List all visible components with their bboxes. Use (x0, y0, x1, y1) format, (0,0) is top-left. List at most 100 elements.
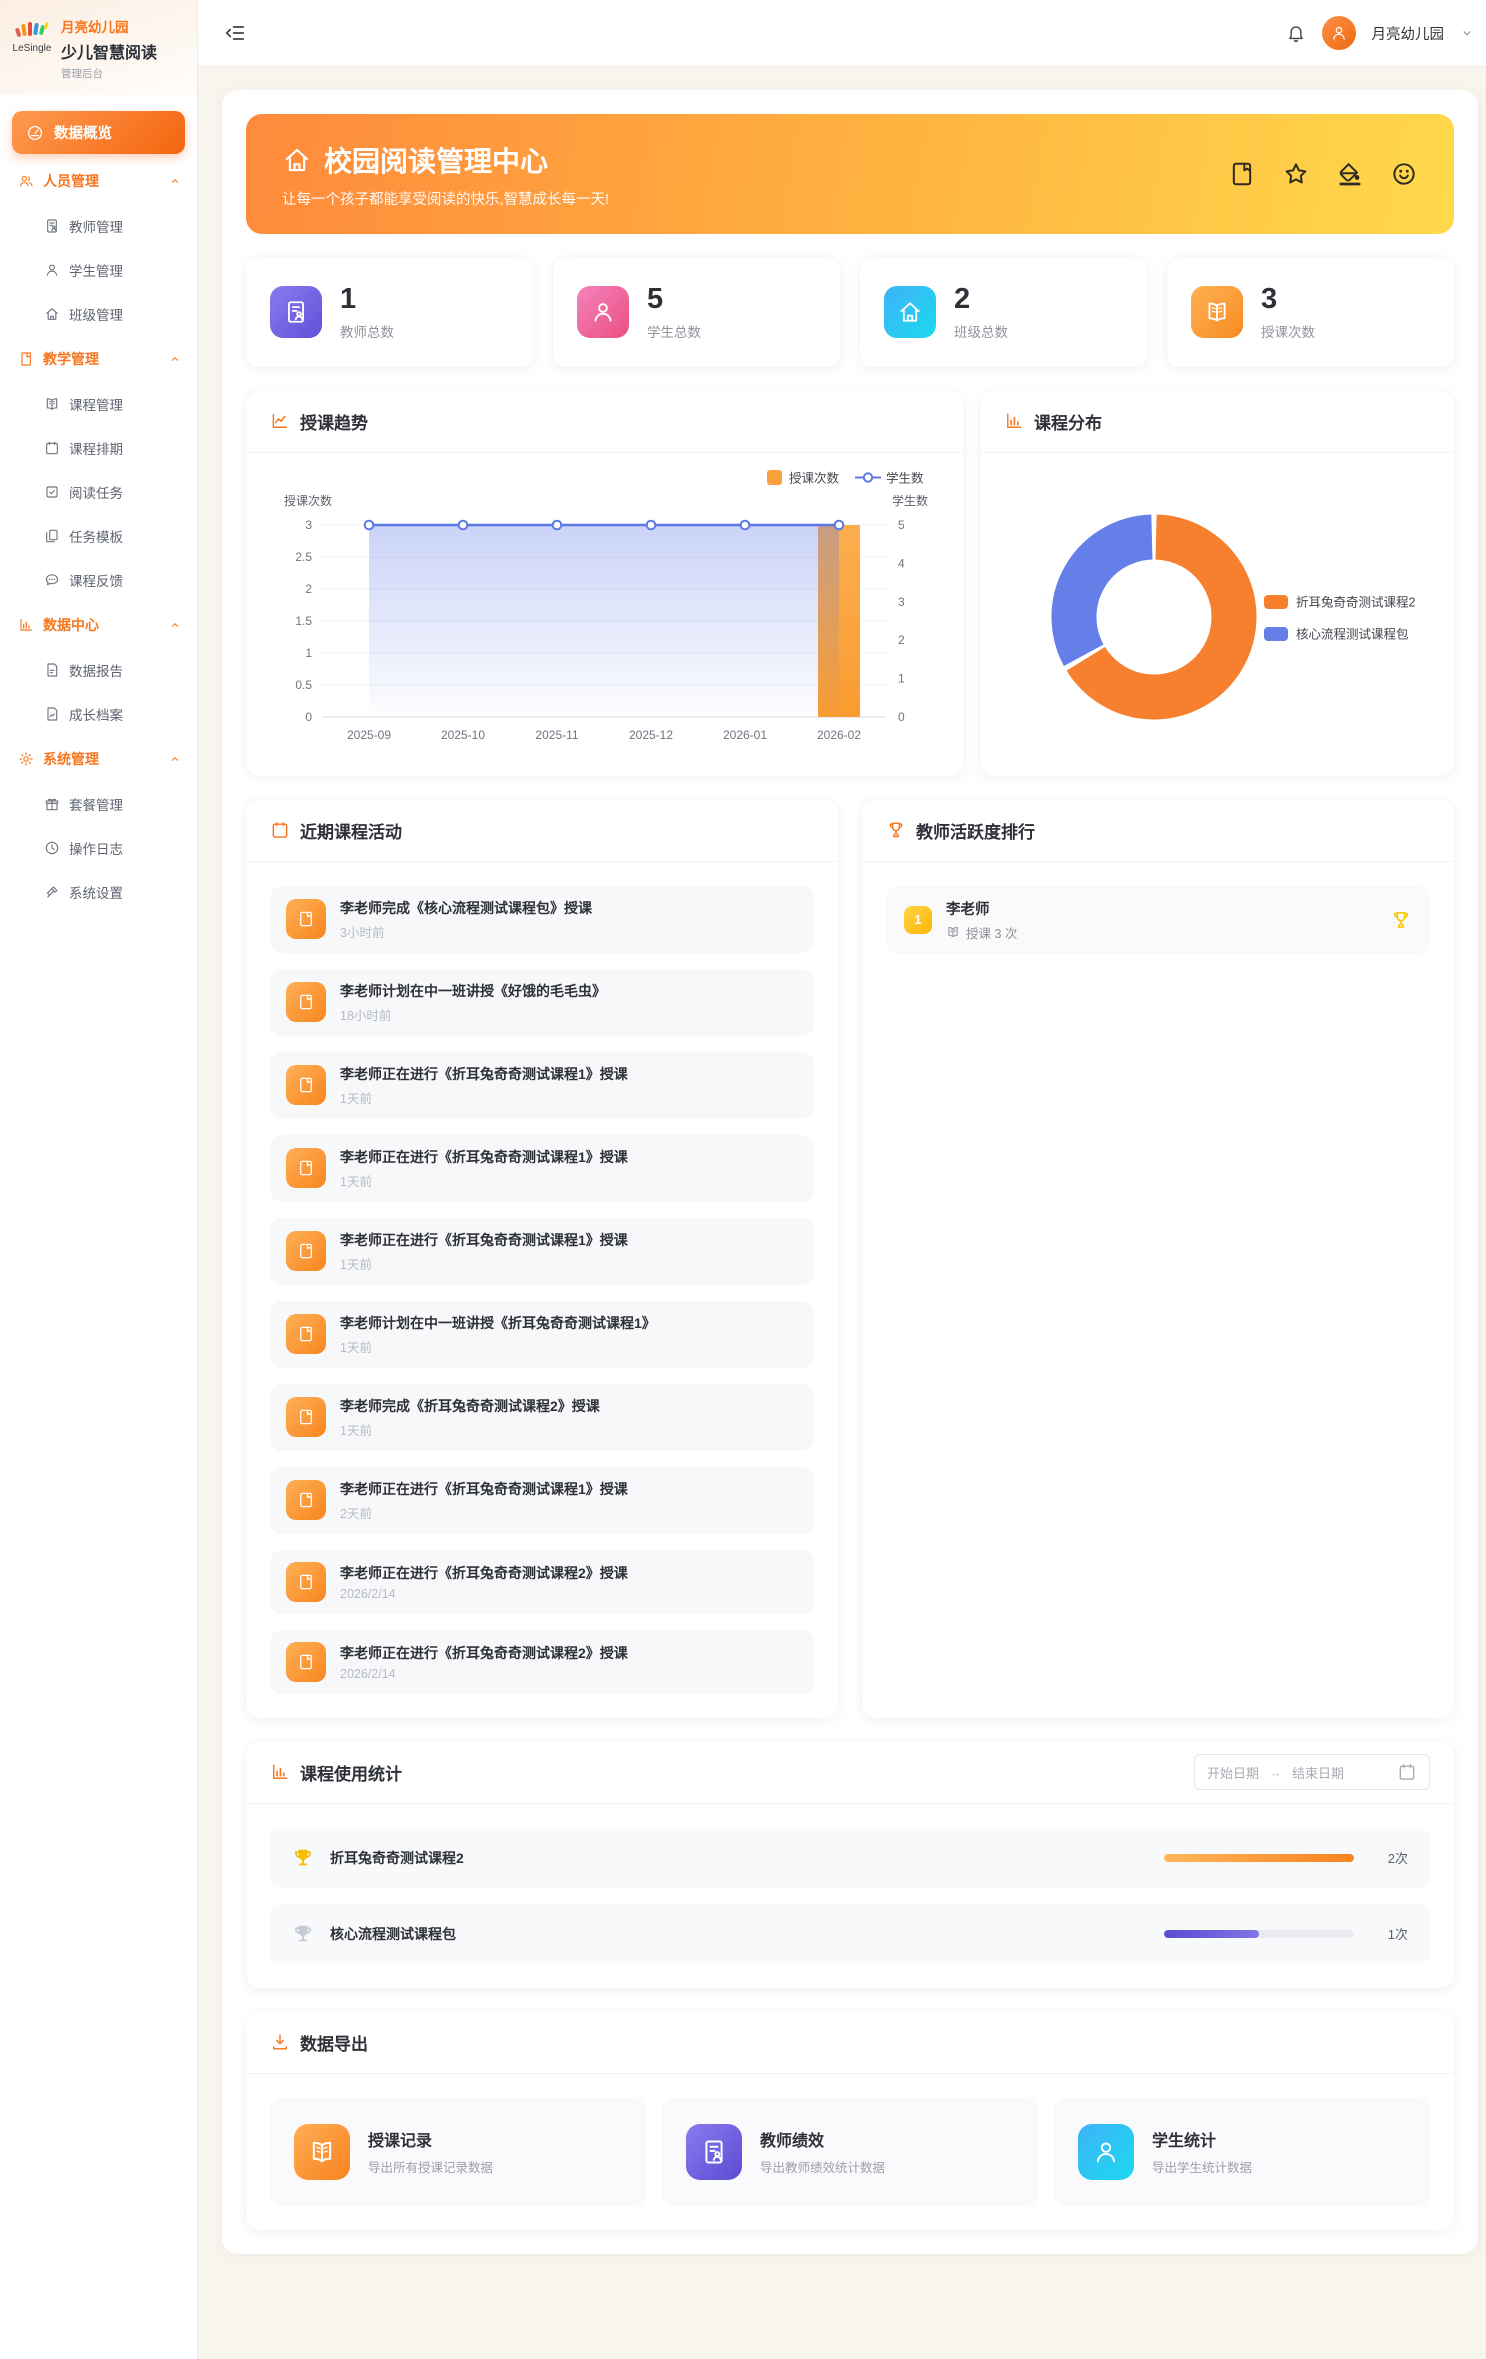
sidebar-group-0[interactable]: 人员管理 (0, 158, 197, 204)
sidebar-item-3-2[interactable]: 系统设置 (0, 870, 197, 914)
star-icon (1282, 160, 1310, 188)
export-card-0[interactable]: 授课记录 导出所有授课记录数据 (270, 2098, 646, 2206)
legend-item-line[interactable]: 学生数 (855, 470, 924, 485)
sidebar-item-label: 任务模板 (69, 526, 123, 546)
export-icon-wrap (294, 2124, 350, 2180)
logo-bars-icon (12, 20, 52, 42)
sidebar-item-label: 学生管理 (69, 260, 123, 280)
svg-text:3: 3 (305, 518, 312, 532)
activity-time: 1天前 (340, 1171, 628, 1190)
id-card-icon (44, 218, 60, 234)
activity-icon-wrap (286, 1480, 326, 1520)
date-range-picker[interactable]: 开始日期 → 结束日期 (1194, 1754, 1430, 1790)
person-icon (590, 299, 616, 325)
notebook-icon (297, 1653, 315, 1671)
sidebar-item-3-1[interactable]: 操作日志 (0, 826, 197, 870)
sidebar-item-label: 教师管理 (69, 216, 123, 236)
chevron-down-icon[interactable] (1460, 26, 1474, 40)
activity-title: 李老师正在进行《折耳兔奇奇测试课程1》授课 (340, 1064, 628, 1084)
sidebar-group-2[interactable]: 数据中心 (0, 602, 197, 648)
open-book-icon (308, 2138, 336, 2166)
line-point-2026-02 (835, 521, 844, 530)
chevron-up-icon (169, 619, 181, 631)
paint-bucket-icon (1336, 160, 1364, 188)
trophy-icon (292, 1923, 314, 1945)
chevron-up-icon (169, 753, 181, 765)
notebook-icon (297, 910, 315, 928)
sidebar-item-3-0[interactable]: 套餐管理 (0, 782, 197, 826)
usage-count: 2次 (1370, 1848, 1408, 1867)
sidebar-item-0-2[interactable]: 班级管理 (0, 292, 197, 336)
notebook-icon (297, 1408, 315, 1426)
sidebar-group-label: 人员管理 (43, 171, 99, 191)
svg-text:1.5: 1.5 (295, 614, 312, 628)
activity-title: 李老师计划在中一班讲授《折耳兔奇奇测试课程1》 (340, 1313, 656, 1333)
sidebar-item-1-1[interactable]: 课程排期 (0, 426, 197, 470)
legend-item-0[interactable]: 折耳兔奇奇测试课程2 (1264, 594, 1416, 609)
line-point-2026-01 (741, 521, 750, 530)
notification-bell-icon[interactable] (1286, 23, 1306, 43)
sidebar-group-1[interactable]: 教学管理 (0, 336, 197, 382)
card-title-trend: 授课趋势 (300, 409, 368, 434)
sidebar-fold-icon[interactable] (224, 22, 246, 44)
sidebar-group-label: 系统管理 (43, 749, 99, 769)
legend-item-1[interactable]: 核心流程测试课程包 (1264, 626, 1409, 641)
stat-value: 1 (340, 284, 394, 316)
report-icon (44, 662, 60, 678)
svg-text:学生数: 学生数 (886, 470, 924, 485)
calendar-icon (44, 440, 60, 456)
svg-text:授课次数: 授课次数 (789, 470, 840, 485)
sidebar-item-label: 阅读任务 (69, 482, 123, 502)
stats-row: 1 教师总数 5 学生总数 2 班级总数 3 授课次数 (246, 258, 1454, 367)
comment-icon (44, 572, 60, 588)
stat-value: 5 (647, 284, 701, 316)
people-icon (18, 173, 34, 189)
sidebar-item-2-0[interactable]: 数据报告 (0, 648, 197, 692)
sidebar-item-2-1[interactable]: 成长档案 (0, 692, 197, 736)
avatar-person-icon (1330, 24, 1348, 42)
usage-list: 折耳兔奇奇测试课程2 2次 核心流程测试课程包 1次 (246, 1804, 1454, 1988)
activity-title: 李老师正在进行《折耳兔奇奇测试课程1》授课 (340, 1147, 628, 1167)
card-title-activities: 近期课程活动 (300, 818, 402, 843)
svg-text:1: 1 (898, 671, 905, 685)
export-card-2[interactable]: 学生统计 导出学生统计数据 (1054, 2098, 1430, 2206)
sidebar-item-1-4[interactable]: 课程反馈 (0, 558, 197, 602)
distribution-chart-card: 课程分布 折耳兔奇奇测试课程2 核心流程测试课程包 (980, 391, 1454, 776)
export-card-1[interactable]: 教师绩效 导出教师绩效统计数据 (662, 2098, 1038, 2206)
banner-subtitle: 让每一个孩子都能享受阅读的快乐,智慧成长每一天! (282, 188, 609, 209)
legend-item-bar[interactable]: 授课次数 (767, 470, 840, 486)
brand-line2: 少儿智慧阅读 (61, 39, 157, 63)
export-title: 教师绩效 (760, 2127, 885, 2151)
user-name[interactable]: 月亮幼儿园 (1372, 23, 1445, 44)
activity-icon-wrap (286, 982, 326, 1022)
activity-item-8: 李老师正在进行《折耳兔奇奇测试课程2》授课 2026/2/14 (270, 1550, 814, 1614)
sidebar-group-3[interactable]: 系统管理 (0, 736, 197, 782)
sidebar-item-label: 操作日志 (69, 838, 123, 858)
activity-icon-wrap (286, 1065, 326, 1105)
notebook-icon (297, 993, 315, 1011)
activity-title: 李老师正在进行《折耳兔奇奇测试课程2》授课 (340, 1643, 628, 1663)
sidebar-item-1-0[interactable]: 课程管理 (0, 382, 197, 426)
svg-text:2: 2 (898, 633, 905, 647)
usage-progress-track (1164, 1930, 1354, 1938)
stat-label: 班级总数 (954, 321, 1008, 341)
sidebar: LeSingle 月亮幼儿园 少儿智慧阅读 管理后台 数据概览 人员管理 教师管… (0, 0, 198, 2359)
book-page-icon (18, 351, 34, 367)
svg-text:2025-12: 2025-12 (629, 728, 673, 742)
sidebar-item-1-3[interactable]: 任务模板 (0, 514, 197, 558)
svg-text:5: 5 (898, 518, 905, 532)
sidebar-item-0-1[interactable]: 学生管理 (0, 248, 197, 292)
activities-list: 李老师完成《核心流程测试课程包》授课 3小时前 李老师计划在中一班讲授《好饿的毛… (246, 862, 838, 1718)
sidebar-item-label: 课程管理 (69, 394, 123, 414)
bar-chart-icon (18, 617, 34, 633)
avatar[interactable] (1322, 16, 1356, 50)
sidebar-item-overview[interactable]: 数据概览 (12, 111, 185, 154)
activity-icon-wrap (286, 1397, 326, 1437)
copy-icon (44, 528, 60, 544)
sidebar-item-label: 课程排期 (69, 438, 123, 458)
sidebar-item-0-0[interactable]: 教师管理 (0, 204, 197, 248)
task-check-icon (44, 484, 60, 500)
sidebar-group-label: 数据中心 (43, 615, 99, 635)
stat-label: 学生总数 (647, 321, 701, 341)
sidebar-item-1-2[interactable]: 阅读任务 (0, 470, 197, 514)
